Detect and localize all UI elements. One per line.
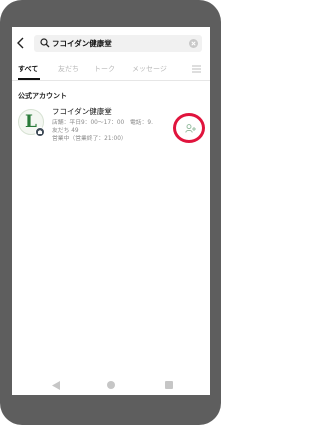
menu-icon[interactable]	[192, 65, 201, 73]
app-screen: フコイダン健康堂 すべて 友だち トーク メッセージ 公式アカウント L フコイ…	[12, 27, 210, 395]
tab-messages[interactable]: メッセージ	[132, 63, 167, 75]
tab-divider	[12, 80, 210, 81]
add-friend-icon	[185, 124, 196, 133]
account-status: 営業中（営業終了：21:00）	[52, 136, 127, 142]
tab-friends[interactable]: 友だち	[58, 63, 79, 75]
account-hours: 店舗：平日9：00〜17：00 電話：9.	[52, 120, 153, 126]
nav-home-icon[interactable]	[107, 381, 115, 389]
phone-frame: フコイダン健康堂 すべて 友だち トーク メッセージ 公式アカウント L フコイ…	[0, 0, 221, 425]
account-friends-count: 友だち 49	[52, 128, 79, 134]
back-arrow-icon[interactable]	[14, 36, 28, 50]
nav-back-icon[interactable]	[52, 381, 60, 390]
list-item[interactable]: L フコイダン健康堂 店舗：平日9：00〜17：00 電話：9. 友だち 49 …	[12, 105, 210, 151]
search-icon	[40, 38, 50, 48]
system-nav-bar	[12, 379, 210, 395]
section-title: 公式アカウント	[18, 92, 67, 100]
tab-talk[interactable]: トーク	[94, 63, 115, 75]
search-query: フコイダン健康堂	[52, 39, 112, 48]
nav-recents-icon[interactable]	[165, 381, 173, 389]
tab-all[interactable]: すべて	[18, 63, 38, 75]
add-friend-button[interactable]	[173, 113, 205, 143]
clear-icon[interactable]	[189, 39, 198, 48]
search-input[interactable]: フコイダン健康堂	[34, 35, 202, 52]
account-name: フコイダン健康堂	[52, 107, 112, 116]
verified-badge-icon	[35, 127, 45, 137]
